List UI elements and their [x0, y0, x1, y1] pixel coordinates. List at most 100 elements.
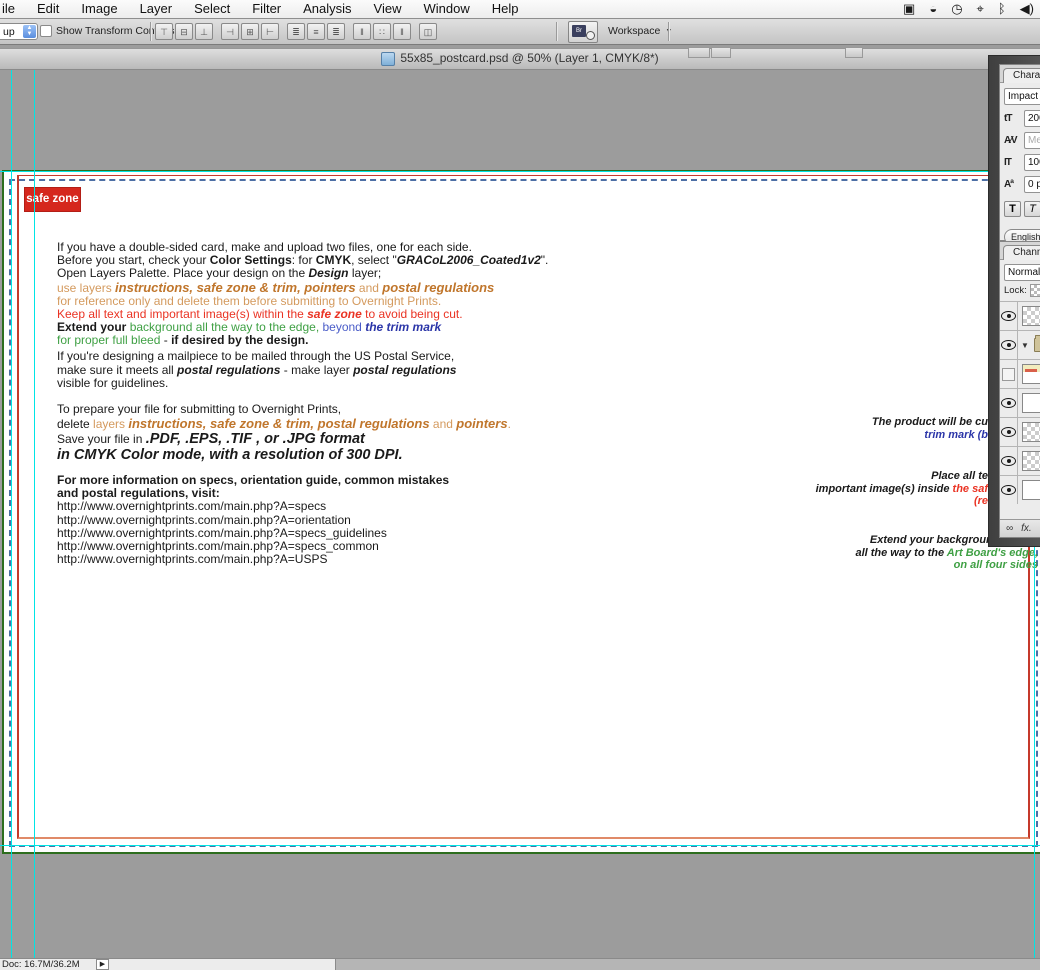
baseline-shift-field[interactable]: 0 pt [1024, 176, 1040, 193]
layer-row[interactable] [1000, 417, 1040, 446]
faux-italic-button[interactable]: T [1024, 201, 1040, 217]
menu-item-ile[interactable]: ile [0, 0, 26, 18]
layer-thumbnail-white[interactable] [1022, 480, 1040, 500]
distribute-right-edges-button[interactable]: ‖ [393, 23, 411, 40]
layer-thumbnail-checker[interactable] [1022, 422, 1040, 442]
align-top-edges-button[interactable]: ⊤ [155, 23, 173, 40]
tool-options-bar: up ▲▼ Show Transform Controls ⊤⊟⊥⊣⊞⊢≣≡≣‖… [0, 19, 1040, 45]
layer-thumbnail-white[interactable] [1022, 393, 1040, 413]
vertical-scale-field[interactable]: 100% [1024, 154, 1040, 171]
time-machine-icon[interactable]: ◷ [951, 0, 962, 18]
eye-icon[interactable] [1001, 340, 1016, 350]
eye-icon[interactable] [1001, 311, 1016, 321]
bluetooth-icon[interactable]: ᛒ [998, 0, 1006, 18]
guide-line [34, 68, 35, 958]
instruction-line: visible for guidelines. [57, 377, 617, 390]
font-family-field[interactable]: Impact [1004, 88, 1040, 105]
align-left-edges-button[interactable]: ⊣ [221, 23, 239, 40]
display-icon[interactable]: ▣ [903, 0, 915, 18]
go-to-bridge-button[interactable]: Br [568, 21, 598, 43]
blend-mode-select[interactable]: Normal [1004, 264, 1040, 281]
status-bar-end [335, 959, 1040, 970]
binoculars-icon[interactable]: ⌖ [977, 0, 984, 18]
visibility-cell[interactable] [1000, 447, 1018, 475]
show-transform-checkbox[interactable] [40, 25, 52, 37]
auto-align-layers-button[interactable]: ◫ [419, 23, 437, 40]
distribute-vertical-centers-button[interactable]: ≡ [307, 23, 325, 40]
menu-item-analysis[interactable]: Analysis [292, 0, 362, 18]
workspace-dropdown[interactable]: Workspace ▼ [608, 25, 672, 37]
text-segment: : for [292, 253, 316, 267]
volume-icon[interactable]: ◀) [1020, 0, 1034, 18]
menu-item-help[interactable]: Help [481, 0, 530, 18]
font-size-icon: tT [1004, 113, 1021, 124]
align-group: ◫ [419, 23, 437, 40]
distribute-bottom-edges-button[interactable]: ≣ [327, 23, 345, 40]
document-title-bar: 55x85_postcard.psd @ 50% (Layer 1, CMYK/… [0, 48, 1040, 70]
character-field-row: tT200 p [1004, 110, 1040, 127]
distribute-horizontal-centers-button[interactable]: ∷ [373, 23, 391, 40]
menu-items: ileEditImageLayerSelectFilterAnalysisVie… [0, 0, 530, 18]
menu-item-edit[interactable]: Edit [26, 0, 70, 18]
layer-row[interactable] [1000, 446, 1040, 475]
eye-icon[interactable] [1001, 456, 1016, 466]
doc-size-info: Doc: 16.7M/36.2M [2, 959, 80, 970]
status-flyout-button[interactable]: ▶ [96, 959, 109, 970]
font-size-field[interactable]: 200 p [1024, 110, 1040, 127]
menu-item-select[interactable]: Select [183, 0, 241, 18]
text-segment: trim mark (b [924, 429, 988, 441]
visibility-cell[interactable] [1000, 302, 1018, 330]
layer-style-icon[interactable]: fx. [1021, 523, 1032, 534]
visibility-cell[interactable] [1000, 418, 1018, 446]
align-right-edges-button[interactable]: ⊢ [261, 23, 279, 40]
faux-bold-button[interactable]: T [1004, 201, 1021, 217]
menu-item-layer[interactable]: Layer [129, 0, 184, 18]
layer-row[interactable] [1000, 359, 1040, 388]
tab-character[interactable]: Character [1003, 68, 1040, 83]
text-segment: . [508, 417, 511, 431]
layer-thumbnail-checker[interactable] [1022, 306, 1040, 326]
align-bottom-edges-button[interactable]: ⊥ [195, 23, 213, 40]
eye-icon[interactable] [1001, 427, 1016, 437]
visibility-cell[interactable] [1000, 360, 1018, 388]
layer-thumbnail-checker[interactable] [1022, 451, 1040, 471]
safe-zone-badge: safe zone [24, 187, 81, 212]
layer-row[interactable] [1000, 475, 1040, 504]
text-segment: - make layer [280, 363, 353, 377]
menu-item-view[interactable]: View [363, 0, 413, 18]
kerning-field[interactable]: Metric [1024, 132, 1040, 149]
text-segment: To prepare your file for submitting to O… [57, 402, 341, 416]
menu-item-filter[interactable]: Filter [241, 0, 292, 18]
layer-row[interactable]: ▼ [1000, 330, 1040, 359]
align-vertical-centers-button[interactable]: ⊟ [175, 23, 193, 40]
layer-row[interactable] [1000, 301, 1040, 330]
distribute-top-edges-button[interactable]: ≣ [287, 23, 305, 40]
text-segment: to avoid being cut. [362, 307, 463, 321]
visibility-cell[interactable] [1000, 331, 1018, 359]
link-layers-icon[interactable]: ∞ [1006, 523, 1013, 534]
align-group: ⊤⊟⊥ [155, 23, 213, 40]
character-field-row: IT100% [1004, 154, 1040, 171]
layer-thumbnail-folder[interactable] [1034, 336, 1040, 354]
eye-icon[interactable] [1001, 398, 1016, 408]
eye-icon[interactable] [1001, 485, 1016, 495]
tab-channels[interactable]: Channels [1003, 245, 1040, 260]
note-line: all the way to the Art Board's edge, [855, 547, 1038, 560]
text-segment: Keep all text and important image(s) wit… [57, 307, 307, 321]
lock-transparency-icon[interactable] [1030, 284, 1040, 297]
align-horizontal-centers-button[interactable]: ⊞ [241, 23, 259, 40]
expander-triangle-icon[interactable]: ▼ [1021, 341, 1029, 350]
sync-icon[interactable]: ◒ [929, 0, 937, 18]
visibility-cell[interactable] [1000, 389, 1018, 417]
menu-item-image[interactable]: Image [70, 0, 128, 18]
divider [556, 22, 557, 41]
auto-select-dropdown[interactable]: up ▲▼ [0, 23, 38, 40]
bridge-icon: Br [572, 25, 586, 37]
visibility-cell[interactable] [1000, 476, 1018, 504]
menu-item-window[interactable]: Window [413, 0, 481, 18]
text-segment: visible for guidelines. [57, 376, 168, 390]
distribute-left-edges-button[interactable]: ‖ [353, 23, 371, 40]
layer-row[interactable] [1000, 388, 1040, 417]
layer-thumbnail-art[interactable] [1022, 364, 1040, 384]
empty-visibility-box[interactable] [1002, 368, 1015, 381]
